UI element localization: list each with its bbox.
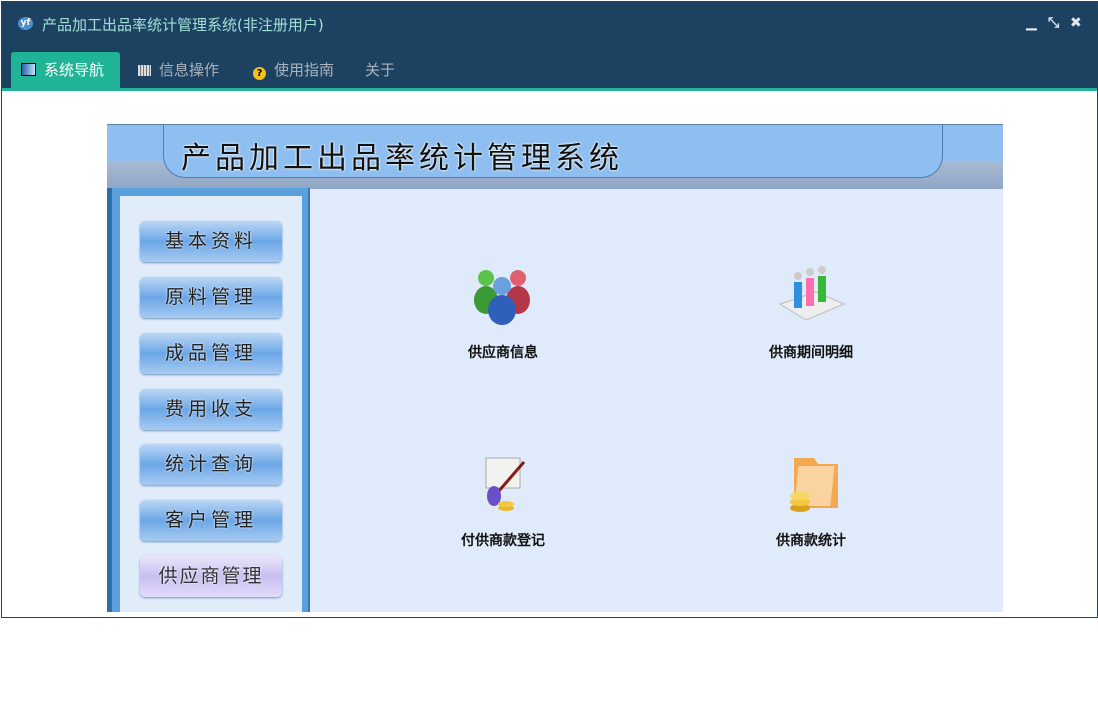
supplier-payment-stats-item[interactable]: 供商款统计 <box>731 452 891 550</box>
menu-tabs: 系统导航 信息操作 ? 使用指南 关于 <box>2 46 1097 91</box>
grid-icon <box>138 65 151 76</box>
window-title: 产品加工出品率统计管理系统(非注册用户) <box>42 16 324 34</box>
menu-material-mgmt[interactable]: 原料管理 <box>140 277 282 318</box>
supplier-info-item[interactable]: 供应商信息 <box>423 264 583 362</box>
banner: 产品加工出品率统计管理系统 <box>107 124 1003 189</box>
restore-button[interactable]: ⤡ <box>1048 15 1059 31</box>
folder-coins-icon <box>790 458 838 512</box>
people-icon <box>474 270 530 325</box>
tab-user-guide[interactable]: ? 使用指南 <box>243 52 334 88</box>
payment-scroll-icon <box>485 457 526 511</box>
tab-info-ops[interactable]: 信息操作 <box>128 52 219 88</box>
yf-logo-icon: yf <box>18 17 33 30</box>
menu-supplier-mgmt[interactable]: 供应商管理 <box>140 556 282 597</box>
menu-basic-data[interactable]: 基本资料 <box>140 221 282 262</box>
title-bar: yf 产品加工出品率统计管理系统(非注册用户) ▁ ⤡ ✖ <box>2 2 1097 46</box>
group-chart-icon <box>778 266 846 321</box>
supplier-period-detail-item[interactable]: 供商期间明细 <box>731 264 891 362</box>
monitor-icon <box>21 63 36 76</box>
menu-expenses[interactable]: 费用收支 <box>140 389 282 430</box>
navigation-panel: 产品加工出品率统计管理系统 基本资料 原料管理 成品管理 费用收支 统计查询 客… <box>107 124 1003 612</box>
close-button[interactable]: ✖ <box>1070 15 1082 31</box>
menu-stats-query[interactable]: 统计查询 <box>140 444 282 485</box>
menu-product-mgmt[interactable]: 成品管理 <box>140 333 282 374</box>
tab-system-nav[interactable]: 系统导航 <box>11 52 120 88</box>
menu-customer-mgmt[interactable]: 客户管理 <box>140 500 282 541</box>
supplier-payment-register-item[interactable]: 付供商款登记 <box>423 452 583 550</box>
help-icon: ? <box>253 67 266 80</box>
banner-title: 产品加工出品率统计管理系统 <box>181 141 623 176</box>
app-window: yf 产品加工出品率统计管理系统(非注册用户) ▁ ⤡ ✖ 系统导航 信息操作 … <box>1 1 1098 618</box>
minimize-button[interactable]: ▁ <box>1026 15 1037 31</box>
tab-about[interactable]: 关于 <box>355 52 395 88</box>
